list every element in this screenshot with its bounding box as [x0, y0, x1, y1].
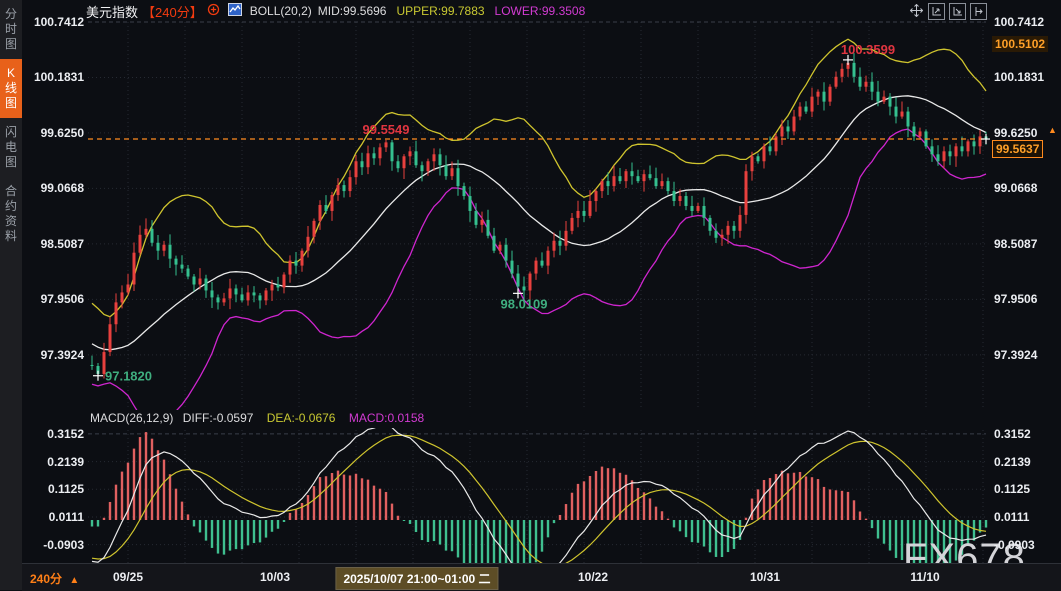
macd-panel [91, 424, 987, 565]
grid-lines [88, 22, 986, 563]
extreme-cross-markers [93, 55, 990, 381]
macd-diff-value: DIFF:-0.0597 [183, 411, 254, 425]
x-axis-date: 10/22 [578, 570, 608, 584]
price-label-left: 97.9506 [41, 292, 84, 306]
right-price-axis: 100.5102 ▲ 99.5637 100.7412 100.1831 99.62… [990, 0, 1061, 590]
x-axis-date: 11/10 [910, 570, 939, 584]
boll-upper-value: UPPER:99.7883 [396, 4, 484, 18]
price-annotation: 98.0109 [501, 296, 548, 311]
price-label-left: 99.6250 [41, 126, 84, 140]
boll-label: BOLL(20,2) [250, 4, 312, 18]
macd-header: MACD(26,12,9) DIFF:-0.0597 DEA:-0.0676 M… [90, 411, 424, 425]
price-label-right: 98.5087 [994, 237, 1037, 251]
price-label-right: 100.1831 [994, 70, 1044, 84]
macd-label-right: 0.2139 [994, 455, 1031, 469]
sidebar-tab-1[interactable]: K线图 [0, 59, 22, 118]
sidebar-tab-0[interactable]: 分时图 [0, 0, 22, 59]
macd-label-left: 0.2139 [47, 455, 84, 469]
price-annotation: 100.3599 [841, 42, 895, 57]
macd-label-right: -0.0903 [994, 538, 1035, 552]
boll-lower-value: LOWER:99.3508 [495, 4, 586, 18]
up-arrow-icon[interactable]: ▲ [1048, 126, 1057, 135]
session-tooltip: 2025/10/07 21:00~01:00 二 [335, 567, 498, 590]
side-tab-rail: 分时图K线图闪电图合约资料 [0, 0, 22, 590]
price-label-right: 97.9506 [994, 292, 1037, 306]
chart-type-icon[interactable] [228, 3, 242, 19]
period-up-icon: ▲ [69, 575, 79, 586]
macd-label-left: 0.0111 [49, 510, 84, 524]
price-label-left: 97.3924 [41, 348, 84, 362]
period-indicator[interactable]: 240分 ▲ [30, 570, 79, 587]
crosshair-icon[interactable] [909, 3, 924, 18]
session-high-badge: 100.5102 [992, 36, 1048, 52]
price-label-right: 97.3924 [994, 348, 1037, 362]
period-text: 240分 [30, 572, 62, 586]
boll-mid-value: MID:99.5696 [318, 4, 387, 18]
x-axis-date: 10/31 [750, 570, 780, 584]
price-annotation: 99.5549 [363, 122, 410, 137]
price-annotation: 97.1820 [105, 369, 152, 384]
price-label-left: 98.5087 [41, 237, 84, 251]
candles [91, 53, 988, 378]
macd-hist-value: MACD:0.0158 [349, 411, 424, 425]
macd-label-left: 0.3152 [47, 427, 84, 441]
macd-label-right: 0.1125 [994, 482, 1030, 496]
sidebar-tab-2[interactable]: 闪电图 [0, 118, 22, 177]
period-title[interactable]: 【240分】 [142, 2, 203, 21]
zoom-horizontal-icon[interactable] [949, 3, 966, 20]
price-label-left: 99.0668 [41, 181, 84, 195]
chart-toolbar [909, 3, 987, 20]
symbol-title: 美元指数 [86, 2, 138, 21]
macd-label-right: 0.0111 [994, 510, 1029, 524]
time-axis-bar: 240分 ▲ 2025/10/07 21:00~01:00 二 09/25 10/… [22, 563, 1061, 591]
price-label-right: 99.6250 [994, 126, 1037, 140]
chart-header: 美元指数 【240分】 BOLL(20,2) MID:99.5696 UPPER… [30, 0, 931, 22]
sidebar-tab-3[interactable]: 合约资料 [0, 177, 22, 251]
macd-label-left: -0.0903 [43, 538, 84, 552]
macd-name: MACD(26,12,9) [90, 411, 173, 425]
add-indicator-icon[interactable] [207, 3, 220, 19]
zoom-vertical-icon[interactable] [928, 3, 945, 20]
candlestick-macd-chart[interactable]: 97.1820 99.5549 98.0109 100.3599 [88, 20, 990, 565]
price-label-left: 100.1831 [34, 70, 84, 84]
price-label-right: 99.0668 [994, 181, 1037, 195]
current-price-badge: 99.5637 [992, 140, 1043, 158]
macd-label-right: 0.3152 [994, 427, 1031, 441]
pan-right-icon[interactable] [970, 3, 987, 20]
macd-dea-value: DEA:-0.0676 [267, 411, 336, 425]
macd-label-left: 0.1125 [48, 482, 84, 496]
x-axis-date: 09/25 [113, 570, 143, 584]
x-axis-date: 10/03 [260, 570, 290, 584]
left-price-axis: 100.7412100.183199.625099.066898.508797.… [22, 0, 88, 590]
price-label-right: 100.7412 [994, 15, 1044, 29]
bollinger-bands [92, 39, 986, 424]
